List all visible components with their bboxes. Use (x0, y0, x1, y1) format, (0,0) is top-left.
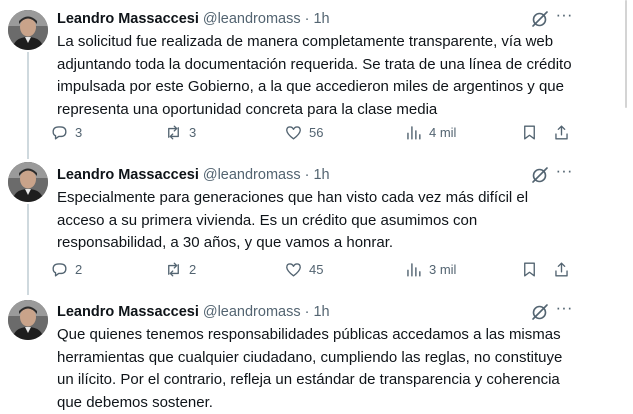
author-name[interactable]: Leandro Massaccesi (57, 11, 199, 27)
share-icon (555, 261, 568, 277)
like-count: 45 (309, 261, 324, 277)
like-button[interactable]: 56 (284, 121, 323, 143)
tweet-time[interactable]: 1h (313, 304, 329, 320)
views-button[interactable]: 4 mil (404, 121, 456, 143)
heart-icon (286, 125, 301, 140)
tweet[interactable]: Leandro Massaccesi @leandromass · 1h ···… (0, 288, 612, 414)
author-handle[interactable]: @leandromass (203, 167, 301, 183)
more-icon[interactable]: ··· (554, 6, 574, 28)
reply-button[interactable]: 3 (50, 121, 82, 143)
scrollbar-thumb[interactable] (625, 0, 627, 108)
author-name[interactable]: Leandro Massaccesi (57, 304, 199, 320)
bookmark-button[interactable] (520, 258, 539, 280)
author-handle[interactable]: @leandromass (203, 304, 301, 320)
tweet-header: Leandro Massaccesi @leandromass · 1h (57, 166, 330, 184)
bookmark-button[interactable] (520, 121, 539, 143)
tweet-actions: 3 3 56 4 mil (50, 121, 580, 143)
grok-icon[interactable] (530, 302, 550, 322)
avatar-photo (8, 300, 48, 340)
view-count: 3 mil (429, 261, 457, 277)
repost-button[interactable]: 3 (164, 121, 196, 143)
more-icon[interactable]: ··· (554, 299, 574, 321)
reply-button[interactable]: 2 (50, 258, 82, 280)
reply-count: 2 (75, 261, 83, 277)
tweet-time[interactable]: 1h (313, 11, 329, 27)
tweet-thread: Leandro Massaccesi @leandromass · 1h ···… (0, 0, 612, 414)
like-button[interactable]: 45 (284, 258, 323, 280)
repost-icon (168, 124, 179, 140)
heart-icon (286, 262, 301, 277)
grok-icon[interactable] (530, 165, 550, 185)
avatar-photo (8, 162, 48, 202)
tweet-text: Especialmente para generaciones que han … (57, 189, 529, 252)
scrollbar[interactable] (623, 0, 633, 110)
repost-icon (168, 261, 179, 277)
thread-connector-line (27, 151, 29, 159)
tweet-header: Leandro Massaccesi @leandromass · 1h (57, 303, 330, 321)
views-icon (407, 262, 421, 277)
author-name[interactable]: Leandro Massaccesi (57, 167, 199, 183)
tweet-header: Leandro Massaccesi @leandromass · 1h (57, 10, 330, 28)
repost-count: 2 (189, 261, 197, 277)
tweet-text: Que quienes tenemos responsabilidades pú… (57, 326, 563, 411)
share-icon (555, 124, 568, 140)
reply-icon (52, 125, 67, 140)
header-separator: · (304, 304, 310, 320)
header-separator: · (304, 167, 310, 183)
views-icon (407, 125, 421, 140)
thread-connector-line (27, 288, 29, 295)
avatar[interactable] (8, 10, 48, 50)
views-button[interactable]: 3 mil (404, 258, 456, 280)
avatar[interactable] (8, 162, 48, 202)
tweet-time[interactable]: 1h (313, 167, 329, 183)
tweet[interactable]: Leandro Massaccesi @leandromass · 1h ···… (0, 151, 612, 288)
bookmark-icon (524, 124, 535, 140)
like-count: 56 (309, 124, 324, 140)
grok-icon[interactable] (530, 9, 550, 29)
view-count: 4 mil (429, 124, 457, 140)
tweet[interactable]: Leandro Massaccesi @leandromass · 1h ···… (0, 0, 612, 151)
thread-connector-line (27, 204, 29, 288)
more-icon[interactable]: ··· (554, 162, 574, 184)
share-button[interactable] (552, 121, 571, 143)
reply-icon (52, 262, 67, 277)
share-button[interactable] (552, 258, 571, 280)
header-separator: · (304, 11, 310, 27)
bookmark-icon (524, 261, 535, 277)
avatar-photo (8, 10, 48, 50)
repost-count: 3 (189, 124, 197, 140)
reply-count: 3 (75, 124, 83, 140)
author-handle[interactable]: @leandromass (203, 11, 301, 27)
thread-connector-line (27, 52, 29, 151)
avatar[interactable] (8, 300, 48, 340)
tweet-text: La solicitud fue realizada de manera com… (57, 33, 572, 118)
repost-button[interactable]: 2 (164, 258, 196, 280)
tweet-actions: 2 2 45 3 mil (50, 258, 580, 280)
